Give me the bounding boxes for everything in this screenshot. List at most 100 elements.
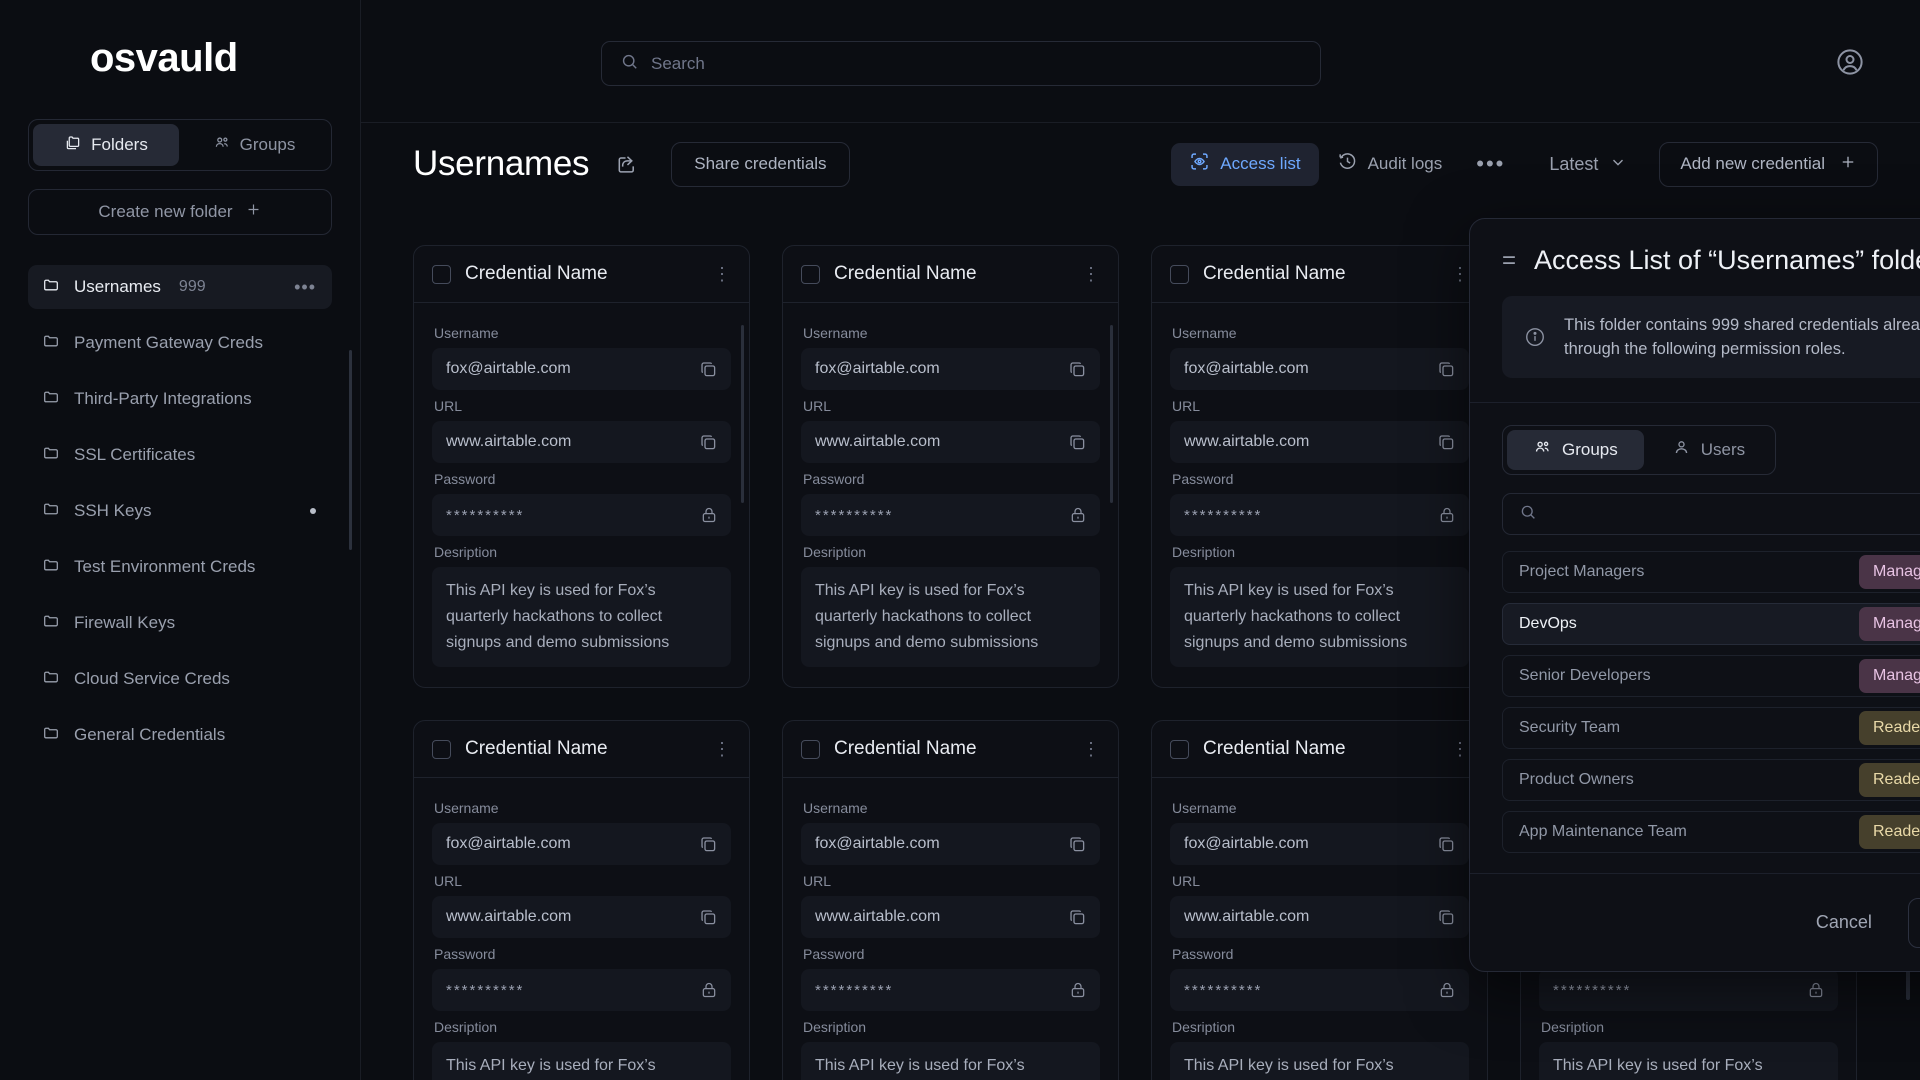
- save-changes-button[interactable]: Save changes: [1907, 897, 1920, 948]
- card-scrollbar[interactable]: [741, 325, 744, 503]
- copy-icon[interactable]: [698, 432, 719, 453]
- copy-icon[interactable]: [1436, 432, 1457, 453]
- sidebar-folder-item[interactable]: SSL Certificates: [28, 433, 332, 477]
- sidebar-folder-item[interactable]: Third-Party Integrations: [28, 377, 332, 421]
- password-field[interactable]: **********: [1170, 494, 1469, 536]
- access-list-row[interactable]: Project Managers Manager: [1502, 551, 1920, 593]
- access-list-row-actions: Manager: [1859, 607, 1920, 641]
- modal-search-input[interactable]: [1502, 493, 1920, 535]
- share-icon[interactable]: [615, 153, 638, 176]
- lock-icon[interactable]: [1068, 505, 1088, 525]
- share-credentials-button[interactable]: Share credentials: [671, 141, 850, 187]
- credential-checkbox[interactable]: [801, 264, 820, 284]
- role-dropdown[interactable]: Manager: [1859, 659, 1920, 693]
- credential-more-icon[interactable]: ⋮: [1082, 740, 1100, 758]
- username-field[interactable]: fox@airtable.com: [432, 348, 731, 390]
- role-dropdown[interactable]: Manager: [1859, 607, 1920, 641]
- role-dropdown[interactable]: Reader: [1859, 711, 1920, 745]
- copy-icon[interactable]: [1067, 359, 1088, 380]
- tab-users[interactable]: Users: [1646, 430, 1771, 470]
- access-list-row[interactable]: Product Owners Reader: [1502, 759, 1920, 801]
- username-field[interactable]: fox@airtable.com: [801, 348, 1100, 390]
- copy-icon[interactable]: [698, 834, 719, 855]
- url-field[interactable]: www.airtable.com: [801, 896, 1100, 938]
- lock-icon[interactable]: [699, 505, 719, 525]
- card-scrollbar[interactable]: [1110, 325, 1113, 503]
- sidebar-tab-groups[interactable]: Groups: [181, 124, 327, 166]
- credential-more-icon[interactable]: ⋮: [1451, 265, 1469, 283]
- copy-icon[interactable]: [698, 359, 719, 380]
- avatar[interactable]: [1835, 47, 1865, 77]
- lock-icon[interactable]: [1068, 980, 1088, 1000]
- credential-card[interactable]: Credential Name ⋮ Username fox@airtable.com…: [413, 245, 750, 688]
- lock-icon[interactable]: [1437, 505, 1457, 525]
- sidebar-folder-item[interactable]: Firewall Keys: [28, 601, 332, 645]
- password-field[interactable]: **********: [1539, 969, 1838, 1011]
- username-field[interactable]: fox@airtable.com: [432, 823, 731, 865]
- drag-handle-icon[interactable]: =: [1502, 248, 1516, 272]
- sort-dropdown[interactable]: Latest: [1521, 153, 1645, 176]
- access-list-row[interactable]: Senior Developers Manager: [1502, 655, 1920, 697]
- url-field[interactable]: www.airtable.com: [432, 421, 731, 463]
- create-new-folder-button[interactable]: Create new folder: [28, 189, 332, 235]
- sidebar-tab-folders[interactable]: Folders: [33, 124, 179, 166]
- credential-checkbox[interactable]: [432, 739, 451, 759]
- audit-logs-button[interactable]: Audit logs: [1319, 143, 1461, 186]
- lock-icon[interactable]: [699, 980, 719, 1000]
- search-input[interactable]: Search: [601, 41, 1321, 86]
- sidebar-folder-item[interactable]: Payment Gateway Creds: [28, 321, 332, 365]
- username-field[interactable]: fox@airtable.com: [1170, 348, 1469, 390]
- credential-more-icon[interactable]: ⋮: [1082, 265, 1100, 283]
- password-field[interactable]: **********: [801, 494, 1100, 536]
- copy-icon[interactable]: [1067, 834, 1088, 855]
- credential-more-icon[interactable]: ⋮: [1451, 740, 1469, 758]
- credential-more-icon[interactable]: ⋮: [713, 265, 731, 283]
- credential-more-icon[interactable]: ⋮: [713, 740, 731, 758]
- sidebar-folder-item[interactable]: General Credentials: [28, 713, 332, 757]
- add-new-credential-button[interactable]: Add new credential: [1659, 141, 1878, 187]
- more-options-button[interactable]: •••: [1460, 153, 1521, 175]
- tab-groups[interactable]: Groups: [1507, 430, 1644, 470]
- lock-icon[interactable]: [1437, 980, 1457, 1000]
- copy-icon[interactable]: [1067, 907, 1088, 928]
- copy-icon[interactable]: [698, 907, 719, 928]
- sidebar-folder-item[interactable]: Test Environment Creds: [28, 545, 332, 589]
- credential-checkbox[interactable]: [801, 739, 820, 759]
- credential-card[interactable]: Credential Name ⋮ Username fox@airtable.com…: [1151, 720, 1488, 1080]
- password-field[interactable]: **********: [432, 969, 731, 1011]
- lock-icon[interactable]: [1806, 980, 1826, 1000]
- credential-card[interactable]: Credential Name ⋮ Username fox@airtable.com…: [782, 720, 1119, 1080]
- url-field[interactable]: www.airtable.com: [1170, 421, 1469, 463]
- credential-card[interactable]: Credential Name ⋮ Username fox@airtable.com…: [782, 245, 1119, 688]
- access-list-row[interactable]: App Maintenance Team Reader: [1502, 811, 1920, 853]
- username-field[interactable]: fox@airtable.com: [801, 823, 1100, 865]
- username-field[interactable]: fox@airtable.com: [1170, 823, 1469, 865]
- access-list-row[interactable]: DevOps Manager: [1502, 603, 1920, 645]
- folder-more-icon[interactable]: •••: [294, 278, 316, 296]
- credential-card[interactable]: Credential Name ⋮ Username fox@airtable.com…: [413, 720, 750, 1080]
- access-list-button[interactable]: Access list: [1171, 142, 1319, 186]
- copy-icon[interactable]: [1436, 907, 1457, 928]
- role-dropdown[interactable]: Manager: [1859, 555, 1920, 589]
- credential-checkbox[interactable]: [1170, 264, 1189, 284]
- role-dropdown[interactable]: Reader: [1859, 815, 1920, 849]
- sidebar-scrollbar[interactable]: [349, 350, 352, 550]
- url-field[interactable]: www.airtable.com: [801, 421, 1100, 463]
- password-field[interactable]: **********: [1170, 969, 1469, 1011]
- access-list-row[interactable]: Security Team Reader: [1502, 707, 1920, 749]
- role-dropdown[interactable]: Reader: [1859, 763, 1920, 797]
- password-field[interactable]: **********: [801, 969, 1100, 1011]
- password-field[interactable]: **********: [432, 494, 731, 536]
- url-field[interactable]: www.airtable.com: [1170, 896, 1469, 938]
- sidebar-folder-item[interactable]: Cloud Service Creds: [28, 657, 332, 701]
- sidebar-folder-item[interactable]: SSH Keys: [28, 489, 332, 533]
- copy-icon[interactable]: [1067, 432, 1088, 453]
- credential-card[interactable]: Credential Name ⋮ Username fox@airtable.com…: [1151, 245, 1488, 688]
- sidebar-folder-item[interactable]: Usernames 999 •••: [28, 265, 332, 309]
- credential-checkbox[interactable]: [1170, 739, 1189, 759]
- copy-icon[interactable]: [1436, 834, 1457, 855]
- url-field[interactable]: www.airtable.com: [432, 896, 731, 938]
- copy-icon[interactable]: [1436, 359, 1457, 380]
- credential-checkbox[interactable]: [432, 264, 451, 284]
- cancel-button[interactable]: Cancel: [1790, 912, 1898, 933]
